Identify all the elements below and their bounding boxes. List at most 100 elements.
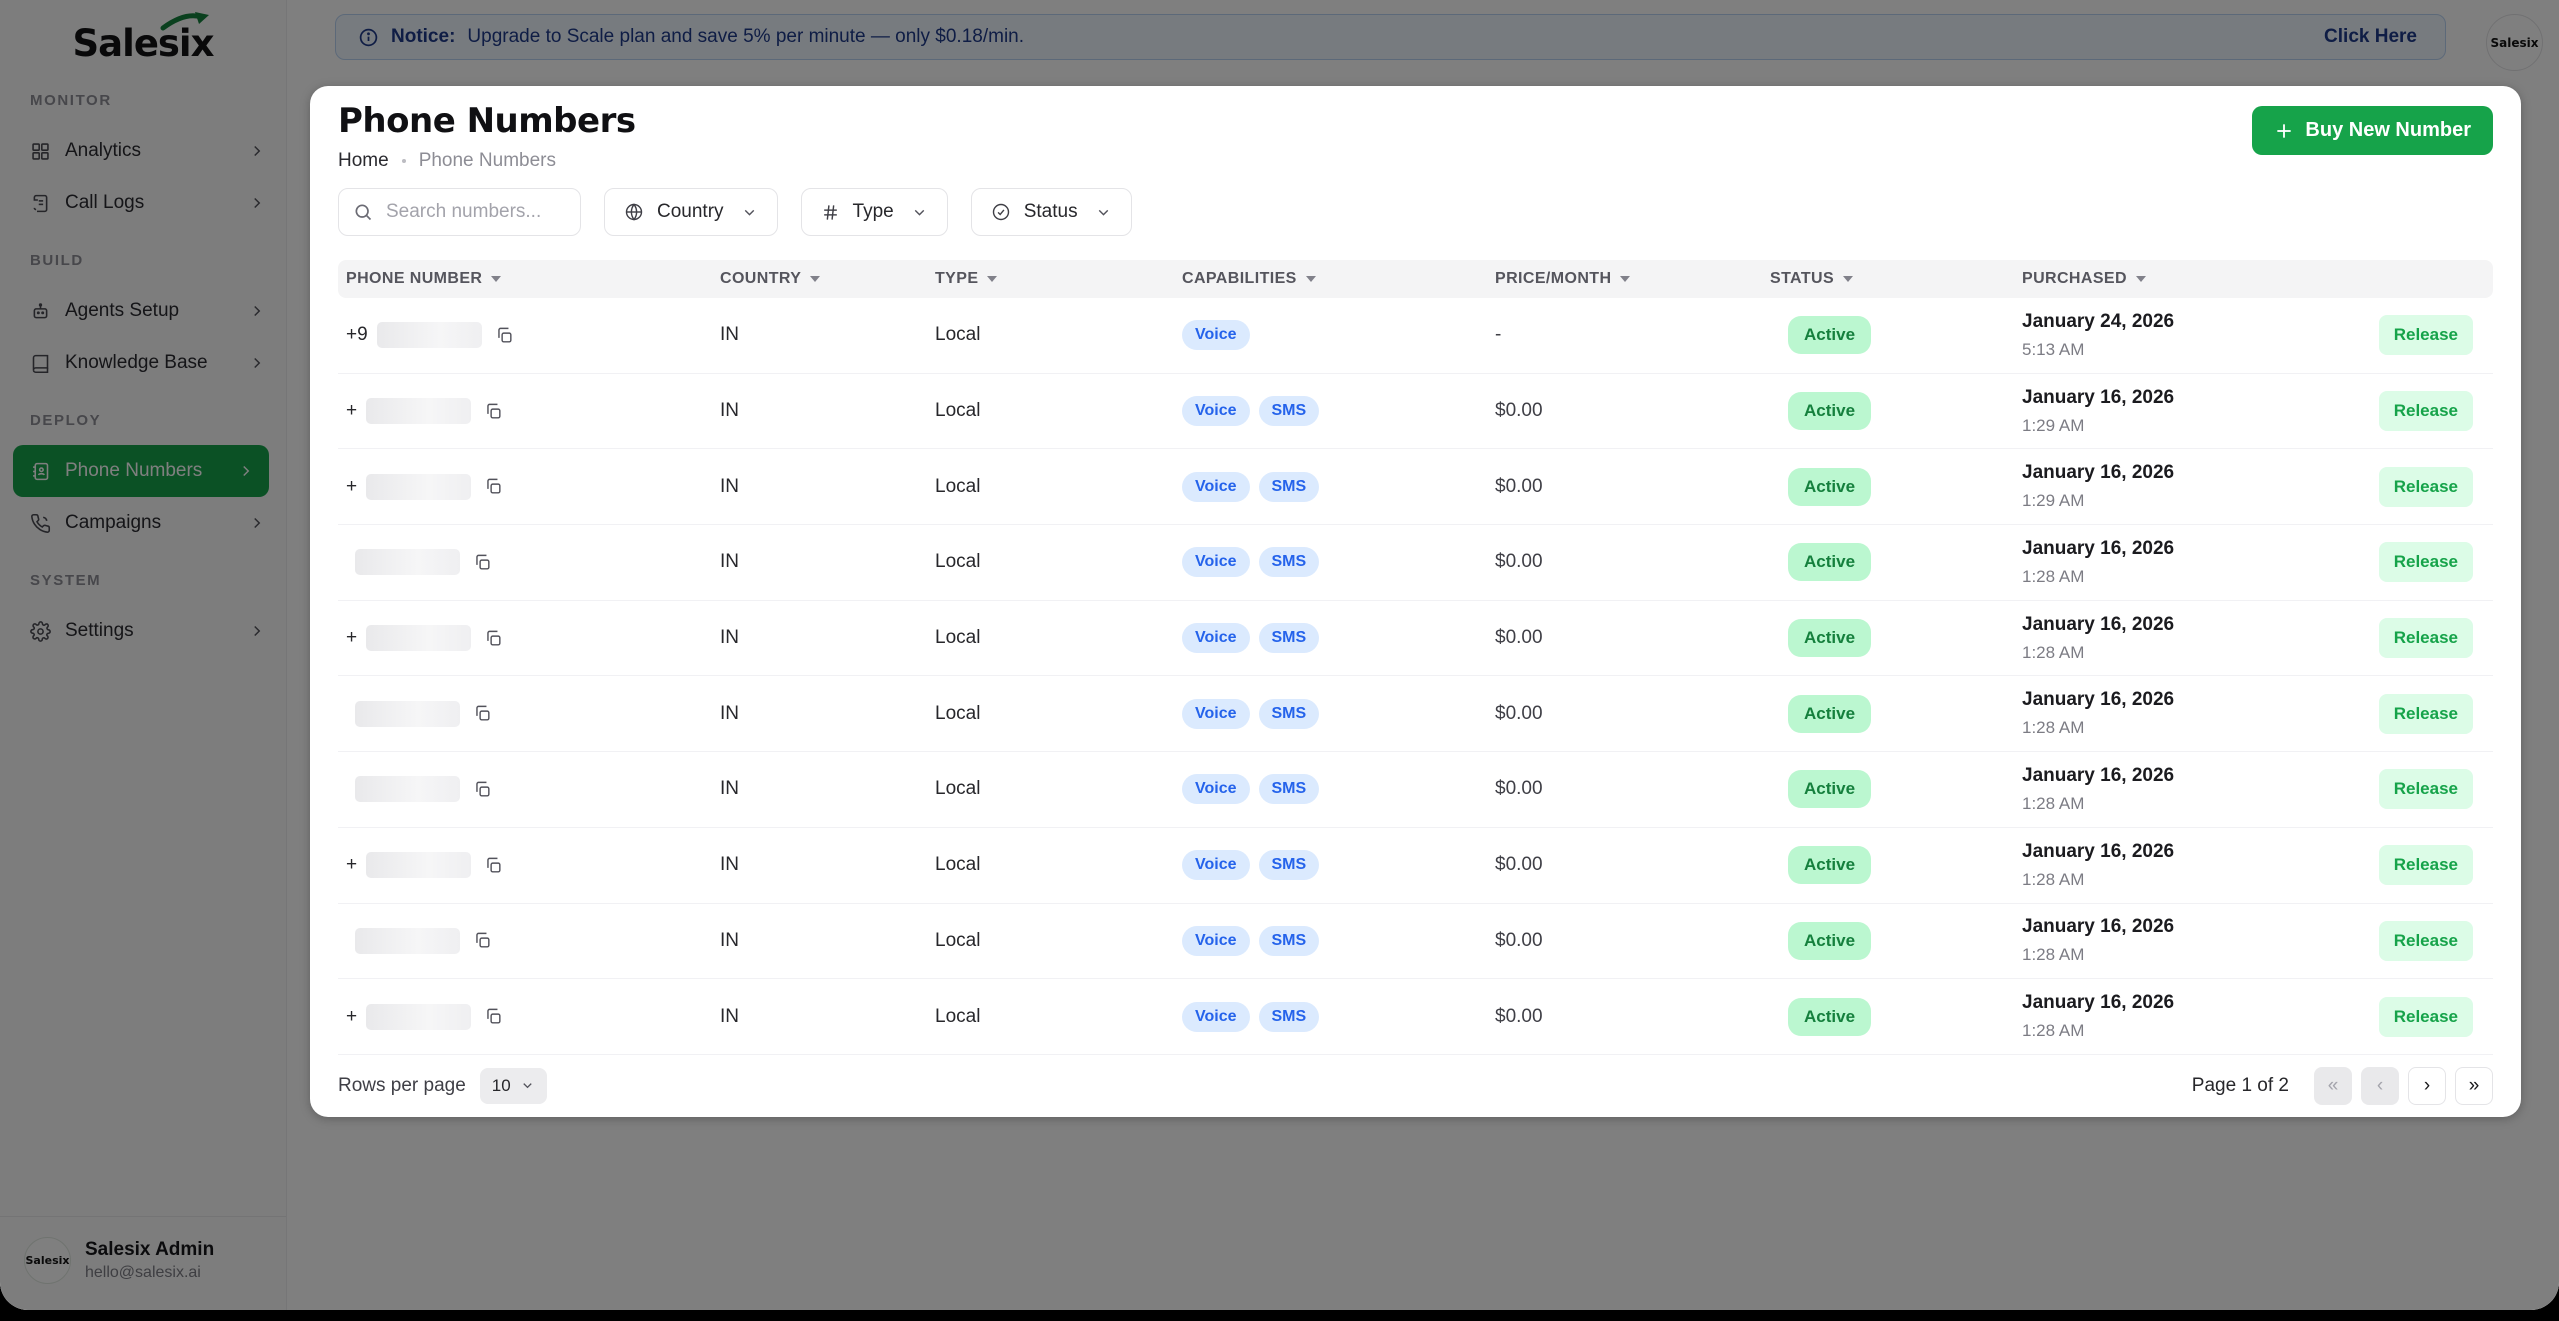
content-card: Phone Numbers Home Phone Numbers Buy New… <box>310 86 2521 1117</box>
release-button[interactable]: Release <box>2379 997 2473 1037</box>
capability-badge: Voice <box>1182 926 1250 956</box>
price-cell: $0.00 <box>1495 854 1770 876</box>
avatar-wordmark: Salesix <box>26 1254 70 1267</box>
purchased-cell: January 16, 2026 1:29 AM <box>2022 387 2356 436</box>
sidebar-item-analytics[interactable]: Analytics <box>0 125 286 177</box>
country-cell: IN <box>720 551 935 573</box>
column-header-capabilities[interactable]: Capabilities <box>1182 270 1495 288</box>
release-button[interactable]: Release <box>2379 391 2473 431</box>
status-badge: Active <box>1788 846 1871 884</box>
redacted-phone-number <box>366 474 471 500</box>
type-cell: Local <box>935 324 1182 346</box>
status-badge: Active <box>1788 392 1871 430</box>
release-button[interactable]: Release <box>2379 542 2473 582</box>
price-cell: $0.00 <box>1495 1006 1770 1028</box>
release-button[interactable]: Release <box>2379 467 2473 507</box>
search-box[interactable] <box>338 188 581 236</box>
chevron-right-icon <box>248 142 266 160</box>
sidebar-item-knowledge-base[interactable]: Knowledge Base <box>0 337 286 389</box>
copy-icon[interactable] <box>484 1007 503 1026</box>
hash-icon <box>821 203 840 222</box>
capability-badge: SMS <box>1259 547 1320 577</box>
previous-page-button[interactable]: ‹ <box>2361 1067 2399 1105</box>
next-page-button[interactable]: › <box>2408 1067 2446 1105</box>
sidebar-item-campaigns[interactable]: Campaigns <box>0 497 286 549</box>
column-header-country[interactable]: Country <box>720 270 935 288</box>
release-button[interactable]: Release <box>2379 618 2473 658</box>
status-badge: Active <box>1788 468 1871 506</box>
last-page-button[interactable]: » <box>2455 1067 2493 1105</box>
sidebar-item-call-logs[interactable]: Call Logs <box>0 177 286 229</box>
notice-label: Notice: <box>391 26 455 48</box>
purchased-time: 1:28 AM <box>2022 945 2356 965</box>
copy-icon[interactable] <box>473 704 492 723</box>
redacted-phone-number <box>366 625 471 651</box>
purchased-date: January 16, 2026 <box>2022 538 2356 560</box>
type-filter-dropdown[interactable]: Type <box>801 188 948 236</box>
rows-per-page-select[interactable]: 10 <box>480 1068 547 1104</box>
capability-badge: SMS <box>1259 850 1320 880</box>
purchased-date: January 16, 2026 <box>2022 992 2356 1014</box>
column-header-phone-number[interactable]: Phone Number <box>346 270 720 288</box>
check-circle-icon <box>991 202 1011 222</box>
release-button[interactable]: Release <box>2379 845 2473 885</box>
chevron-right-icon <box>248 622 266 640</box>
sidebar-item-agents-setup[interactable]: Agents Setup <box>0 285 286 337</box>
copy-icon[interactable] <box>484 629 503 648</box>
column-header-purchased[interactable]: Purchased <box>2022 270 2356 288</box>
status-filter-dropdown[interactable]: Status <box>971 188 1132 236</box>
country-cell: IN <box>720 1006 935 1028</box>
purchased-date: January 24, 2026 <box>2022 311 2356 333</box>
phone-number-cell: + <box>346 474 720 500</box>
status-badge: Active <box>1788 695 1871 733</box>
status-badge: Active <box>1788 998 1871 1036</box>
column-header-price[interactable]: Price/Month <box>1495 270 1770 288</box>
sidebar-item-settings[interactable]: Settings <box>0 605 286 657</box>
capability-badge: Voice <box>1182 774 1250 804</box>
copy-icon[interactable] <box>484 477 503 496</box>
section-label-deploy: DEPLOY <box>0 412 286 429</box>
type-cell: Local <box>935 1006 1182 1028</box>
capability-badge: SMS <box>1259 472 1320 502</box>
status-cell: Active <box>1770 770 2022 808</box>
column-header-status[interactable]: Status <box>1770 270 2022 288</box>
user-profile[interactable]: Salesix Salesix Admin hello@salesix.ai <box>0 1216 286 1310</box>
book-icon <box>30 353 51 374</box>
pagination-controls: Page 1 of 2 « ‹ › » <box>2192 1067 2493 1105</box>
release-button[interactable]: Release <box>2379 694 2473 734</box>
phone-number-cell: + <box>346 1004 720 1030</box>
release-button[interactable]: Release <box>2379 315 2473 355</box>
buy-new-number-button[interactable]: Buy New Number <box>2252 106 2493 155</box>
capabilities-cell: VoiceSMS <box>1182 547 1495 577</box>
release-button[interactable]: Release <box>2379 769 2473 809</box>
chevron-right-icon <box>248 354 266 372</box>
country-filter-dropdown[interactable]: Country <box>604 188 778 236</box>
release-button[interactable]: Release <box>2379 921 2473 961</box>
column-header-type[interactable]: Type <box>935 270 1182 288</box>
purchased-cell: January 16, 2026 1:29 AM <box>2022 462 2356 511</box>
table-row: + IN Local VoiceSMS $0.00 Active January… <box>338 828 2493 904</box>
phone-number-cell: +9 <box>346 322 720 348</box>
copy-icon[interactable] <box>495 326 514 345</box>
copy-icon[interactable] <box>473 553 492 572</box>
status-cell: Active <box>1770 316 2022 354</box>
info-icon <box>358 27 379 48</box>
copy-icon[interactable] <box>473 780 492 799</box>
country-filter-label: Country <box>657 201 724 223</box>
app-window: Salesix MONITOR Analytics Call Logs <box>0 0 2559 1310</box>
country-cell: IN <box>720 778 935 800</box>
breadcrumb-home-link[interactable]: Home <box>338 150 389 172</box>
sidebar-item-phone-numbers[interactable]: Phone Numbers <box>13 445 269 497</box>
status-cell: Active <box>1770 922 2022 960</box>
notice-action-link[interactable]: Click Here <box>2324 26 2423 48</box>
status-badge: Active <box>1788 619 1871 657</box>
first-page-button[interactable]: « <box>2314 1067 2352 1105</box>
copy-icon[interactable] <box>484 402 503 421</box>
type-cell: Local <box>935 400 1182 422</box>
search-input[interactable] <box>384 200 566 224</box>
capability-badge: SMS <box>1259 699 1320 729</box>
account-avatar[interactable]: Salesix <box>2486 14 2543 71</box>
status-cell: Active <box>1770 468 2022 506</box>
copy-icon[interactable] <box>473 931 492 950</box>
copy-icon[interactable] <box>484 856 503 875</box>
